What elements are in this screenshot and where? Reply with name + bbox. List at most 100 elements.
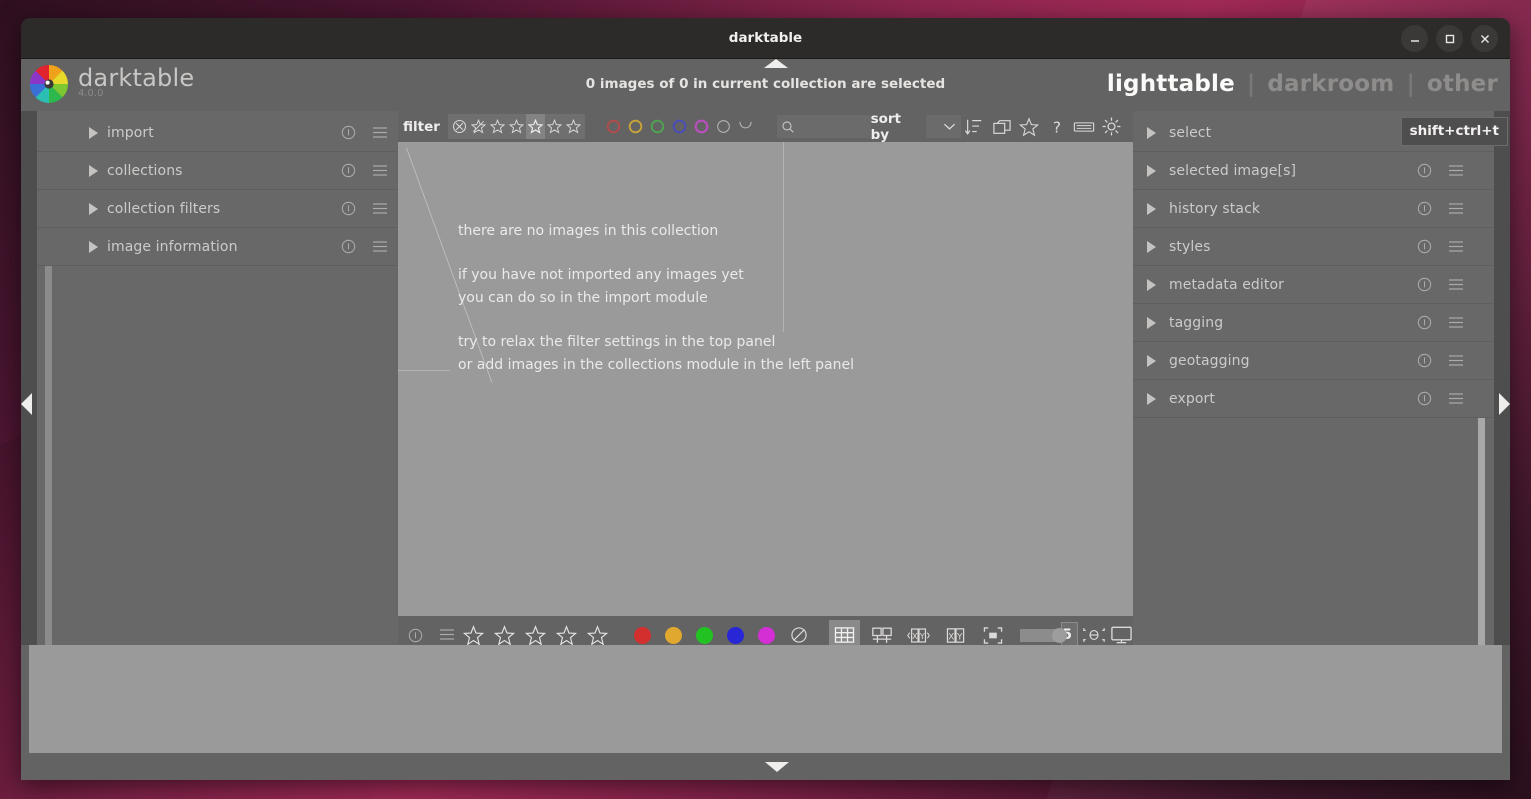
- message-block-1: there are no images in this collection: [458, 220, 854, 243]
- sidebar-item-import[interactable]: import: [37, 114, 398, 152]
- info-icon[interactable]: [1417, 201, 1432, 216]
- hamburger-menu-icon[interactable]: [1448, 240, 1464, 253]
- set-rating-1-star-icon[interactable]: [463, 625, 484, 646]
- chevron-right-icon[interactable]: [89, 241, 98, 253]
- rating-reject-icon[interactable]: [450, 114, 469, 139]
- info-icon[interactable]: [341, 239, 356, 254]
- color-filter-yellow-icon[interactable]: [626, 117, 645, 136]
- hamburger-menu-icon[interactable]: [1448, 164, 1464, 177]
- rating-5-star-icon[interactable]: [564, 114, 583, 139]
- info-icon[interactable]: [1417, 315, 1432, 330]
- sort-controls: sort by ?: [871, 111, 1125, 143]
- color-filter-blue-icon[interactable]: [670, 117, 689, 136]
- info-icon[interactable]: [408, 628, 423, 643]
- preferences-gear-icon[interactable]: [1098, 114, 1125, 140]
- color-filter-grey-icon[interactable]: [714, 117, 733, 136]
- set-rating-2-star-icon[interactable]: [494, 625, 515, 646]
- chevron-right-icon[interactable]: [1147, 203, 1156, 215]
- hamburger-menu-icon[interactable]: [372, 126, 388, 139]
- chevron-right-icon[interactable]: [1147, 393, 1156, 405]
- hamburger-menu-icon[interactable]: [372, 240, 388, 253]
- hamburger-menu-icon[interactable]: [1448, 354, 1464, 367]
- chevron-right-icon[interactable]: [1147, 355, 1156, 367]
- grouping-icon[interactable]: [988, 114, 1015, 140]
- collapse-top-panel-arrow-icon[interactable]: [764, 59, 788, 68]
- set-rating-5-star-icon[interactable]: [587, 625, 608, 646]
- info-icon[interactable]: [1417, 239, 1432, 254]
- hamburger-menu-icon[interactable]: [1448, 278, 1464, 291]
- color-filter-red-icon[interactable]: [604, 117, 623, 136]
- info-icon[interactable]: [341, 163, 356, 178]
- rating-half-star-icon[interactable]: [469, 114, 488, 139]
- minimize-button[interactable]: [1401, 25, 1428, 52]
- sidebar-item-selected-images[interactable]: selected image[s]: [1133, 152, 1494, 190]
- chevron-right-icon[interactable]: [89, 203, 98, 215]
- hamburger-menu-icon[interactable]: [372, 164, 388, 177]
- color-label-purple-button[interactable]: [758, 627, 775, 644]
- chevron-right-icon[interactable]: [1147, 127, 1156, 139]
- clear-color-labels-icon[interactable]: [789, 625, 809, 645]
- chevron-right-icon[interactable]: [1147, 279, 1156, 291]
- hamburger-menu-icon[interactable]: [1448, 392, 1464, 405]
- chevron-right-icon[interactable]: [1147, 317, 1156, 329]
- hamburger-menu-icon[interactable]: [439, 628, 455, 641]
- shortcuts-keyboard-icon[interactable]: [1070, 114, 1097, 140]
- info-icon[interactable]: [341, 125, 356, 140]
- color-label-yellow-button[interactable]: [665, 627, 682, 644]
- collapse-bottom-panel-arrow-icon[interactable]: [765, 762, 789, 772]
- sidebar-item-collections[interactable]: collections: [37, 152, 398, 190]
- set-rating-4-star-icon[interactable]: [556, 625, 577, 646]
- sidebar-item-image-information[interactable]: image information: [37, 228, 398, 266]
- sidebar-item-geotagging[interactable]: geotagging: [1133, 342, 1494, 380]
- info-icon[interactable]: [1417, 391, 1432, 406]
- help-icon[interactable]: ?: [1043, 114, 1070, 140]
- thumbnail-size-slider[interactable]: [1020, 629, 1048, 642]
- sidebar-item-styles[interactable]: styles: [1133, 228, 1494, 266]
- view-other[interactable]: other: [1427, 71, 1498, 97]
- sort-direction-icon[interactable]: [961, 114, 988, 140]
- chevron-right-icon[interactable]: [1147, 241, 1156, 253]
- filmstrip-area[interactable]: [29, 645, 1502, 753]
- left-module-list: import collections: [37, 111, 398, 266]
- chevron-right-icon[interactable]: [1147, 165, 1156, 177]
- sidebar-item-metadata-editor[interactable]: metadata editor: [1133, 266, 1494, 304]
- close-button[interactable]: [1471, 25, 1498, 52]
- chevron-right-icon[interactable]: [89, 165, 98, 177]
- slider-knob[interactable]: [1052, 628, 1067, 643]
- rating-4-star-icon[interactable]: [545, 114, 564, 139]
- info-icon[interactable]: [1417, 163, 1432, 178]
- chevron-right-icon[interactable]: [89, 127, 98, 139]
- sort-by-select[interactable]: [926, 115, 961, 138]
- sidebar-item-history-stack[interactable]: history stack: [1133, 190, 1494, 228]
- color-filter-purple-icon[interactable]: [692, 117, 711, 136]
- sidebar-item-collection-filters[interactable]: collection filters: [37, 190, 398, 228]
- collapse-right-panel-arrow-icon[interactable]: [1499, 393, 1510, 415]
- color-filter-none-icon[interactable]: [736, 117, 755, 136]
- maximize-button[interactable]: [1436, 25, 1463, 52]
- decorative-line-horizontal: [398, 370, 450, 371]
- view-darkroom[interactable]: darkroom: [1267, 71, 1394, 97]
- color-label-green-button[interactable]: [696, 627, 713, 644]
- color-label-red-button[interactable]: [634, 627, 651, 644]
- hamburger-menu-icon[interactable]: [372, 202, 388, 215]
- set-rating-3-star-icon[interactable]: [525, 625, 546, 646]
- module-actions: [1417, 353, 1464, 368]
- color-filter-green-icon[interactable]: [648, 117, 667, 136]
- collapse-left-panel-arrow-icon[interactable]: [21, 393, 32, 415]
- sidebar-item-tagging[interactable]: tagging: [1133, 304, 1494, 342]
- info-icon[interactable]: [1417, 277, 1432, 292]
- rating-3-star-icon[interactable]: [526, 114, 545, 139]
- rating-2-star-icon[interactable]: [507, 114, 526, 139]
- view-lighttable[interactable]: lighttable: [1107, 71, 1235, 97]
- sidebar-item-export[interactable]: export: [1133, 380, 1494, 418]
- info-icon[interactable]: [341, 201, 356, 216]
- search-input[interactable]: [777, 115, 871, 138]
- info-icon[interactable]: [1417, 353, 1432, 368]
- module-actions: [341, 239, 388, 254]
- hamburger-menu-icon[interactable]: [1448, 316, 1464, 329]
- lighttable-stage[interactable]: there are no images in this collection i…: [398, 142, 1133, 616]
- rating-1-star-icon[interactable]: [488, 114, 507, 139]
- overlays-star-icon[interactable]: [1015, 114, 1042, 140]
- color-label-blue-button[interactable]: [727, 627, 744, 644]
- hamburger-menu-icon[interactable]: [1448, 202, 1464, 215]
